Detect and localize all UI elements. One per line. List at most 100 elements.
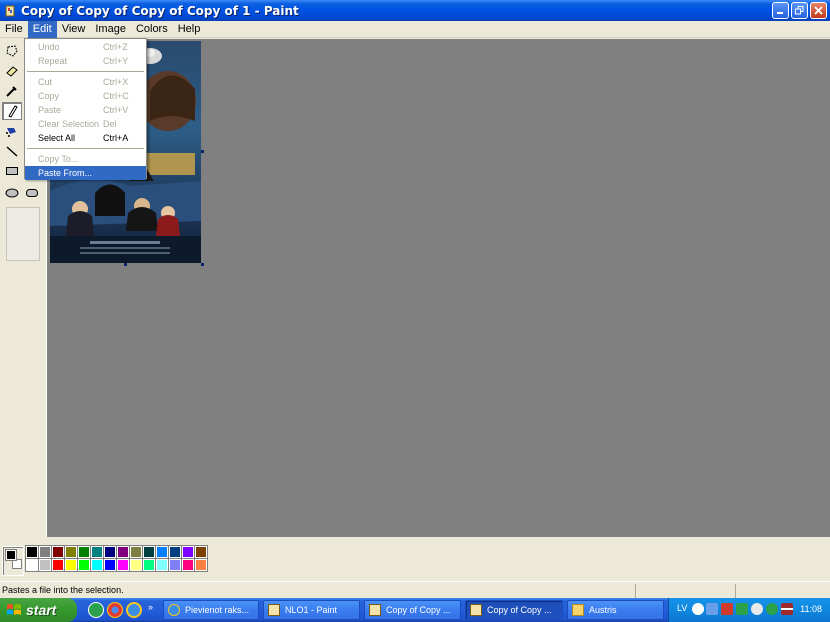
clock[interactable]: 11:08 bbox=[800, 604, 822, 614]
utorrent-tray-icon[interactable] bbox=[766, 603, 778, 615]
internet-explorer-quicklaunch-icon[interactable] bbox=[126, 602, 142, 618]
rectangle-tool[interactable] bbox=[2, 162, 22, 180]
free-form-select-tool[interactable] bbox=[2, 42, 22, 60]
resize-handle-bottom[interactable] bbox=[124, 263, 127, 266]
status-text: Pastes a file into the selection. bbox=[2, 585, 124, 595]
palette-color-swatch[interactable] bbox=[155, 545, 169, 559]
language-indicator[interactable]: LV bbox=[677, 603, 687, 613]
color-picker-icon bbox=[6, 86, 17, 97]
palette-color-swatch[interactable] bbox=[194, 545, 208, 559]
palette-color-swatch[interactable] bbox=[155, 558, 169, 572]
palette-color-swatch[interactable] bbox=[90, 545, 104, 559]
menu-help[interactable]: Help bbox=[173, 21, 206, 38]
status-panel-size bbox=[735, 584, 736, 598]
antivirus-icon[interactable] bbox=[736, 603, 748, 615]
title-bar[interactable]: Copy of Copy of Copy of Copy of 1 - Pain… bbox=[0, 0, 830, 21]
tool-options-box[interactable] bbox=[6, 207, 40, 261]
taskbar-button-label: Copy of Copy ... bbox=[487, 605, 552, 615]
line-tool[interactable] bbox=[2, 142, 22, 160]
menu-item-cut[interactable]: Cut Ctrl+X bbox=[25, 75, 146, 89]
palette-color-swatch[interactable] bbox=[90, 558, 104, 572]
close-button[interactable] bbox=[810, 2, 827, 19]
palette-swatches bbox=[25, 545, 208, 572]
taskbar-button-copy-of-copy-1[interactable]: Copy of Copy ... bbox=[364, 600, 461, 620]
taskbar-button-copy-of-copy-2[interactable]: Copy of Copy ... bbox=[465, 600, 563, 620]
chrome-quicklaunch-icon[interactable] bbox=[107, 602, 123, 618]
palette-color-swatch[interactable] bbox=[38, 545, 52, 559]
color-picker-tool[interactable] bbox=[2, 82, 22, 100]
palette-color-swatch[interactable] bbox=[194, 558, 208, 572]
ellipse-icon bbox=[5, 188, 19, 198]
palette-color-swatch[interactable] bbox=[129, 558, 143, 572]
internet-explorer-icon bbox=[168, 604, 180, 616]
taskbar-button-pievienot[interactable]: Pievienot raks... bbox=[163, 600, 259, 620]
pencil-tool[interactable] bbox=[2, 102, 22, 120]
current-colors-indicator[interactable] bbox=[2, 546, 24, 576]
line-icon bbox=[6, 146, 18, 157]
palette-color-swatch[interactable] bbox=[116, 558, 130, 572]
eraser-tool[interactable] bbox=[2, 62, 22, 80]
menu-view[interactable]: View bbox=[57, 21, 91, 38]
palette-color-swatch[interactable] bbox=[38, 558, 52, 572]
menu-item-copy-to[interactable]: Copy To... bbox=[25, 152, 146, 166]
taskbar-button-label: Copy of Copy ... bbox=[386, 605, 451, 615]
menu-item-undo[interactable]: Undo Ctrl+Z bbox=[25, 40, 146, 54]
menu-item-label: Undo bbox=[38, 42, 60, 52]
palette-color-swatch[interactable] bbox=[142, 558, 156, 572]
menu-file[interactable]: File bbox=[0, 21, 28, 38]
ellipse-tool[interactable] bbox=[2, 184, 22, 202]
palette-color-swatch[interactable] bbox=[64, 558, 78, 572]
palette-color-swatch[interactable] bbox=[25, 558, 39, 572]
menu-item-label: Copy bbox=[38, 91, 60, 101]
menu-image[interactable]: Image bbox=[90, 21, 131, 38]
messenger-icon[interactable] bbox=[751, 603, 763, 615]
taskbar-button-austris[interactable]: Austris bbox=[567, 600, 664, 620]
network-icon[interactable] bbox=[706, 603, 718, 615]
palette-color-swatch[interactable] bbox=[103, 545, 117, 559]
menu-separator bbox=[27, 148, 144, 149]
tray-expand-icon[interactable] bbox=[692, 603, 704, 615]
quicklaunch-chevron-icon[interactable]: » bbox=[148, 602, 153, 612]
airbrush-tool[interactable] bbox=[2, 122, 22, 140]
palette-color-swatch[interactable] bbox=[77, 558, 91, 572]
utorrent-quicklaunch-icon[interactable] bbox=[88, 602, 104, 618]
palette-color-swatch[interactable] bbox=[51, 558, 65, 572]
rounded-rectangle-icon bbox=[26, 189, 38, 197]
start-button[interactable]: start bbox=[0, 598, 77, 622]
resize-handle-right[interactable] bbox=[201, 150, 204, 153]
palette-color-swatch[interactable] bbox=[181, 545, 195, 559]
canvas-area[interactable] bbox=[46, 39, 830, 537]
palette-color-swatch[interactable] bbox=[64, 545, 78, 559]
palette-color-swatch[interactable] bbox=[116, 545, 130, 559]
rounded-rectangle-tool[interactable] bbox=[22, 184, 42, 202]
menu-item-paste-from[interactable]: Paste From... bbox=[25, 166, 146, 180]
palette-color-swatch[interactable] bbox=[129, 545, 143, 559]
palette-color-swatch[interactable] bbox=[168, 558, 182, 572]
menu-edit[interactable]: Edit bbox=[27, 20, 57, 38]
palette-color-swatch[interactable] bbox=[51, 545, 65, 559]
palette-color-swatch[interactable] bbox=[77, 545, 91, 559]
taskbar-button-label: NLO1 - Paint bbox=[285, 605, 338, 615]
menu-item-shortcut: Del bbox=[103, 119, 117, 129]
palette-color-swatch[interactable] bbox=[168, 545, 182, 559]
menu-item-clear-selection[interactable]: Clear Selection Del bbox=[25, 117, 146, 131]
menu-item-copy[interactable]: Copy Ctrl+C bbox=[25, 89, 146, 103]
latvia-flag-icon[interactable] bbox=[781, 603, 793, 615]
palette-color-swatch[interactable] bbox=[181, 558, 195, 572]
menu-item-select-all[interactable]: Select All Ctrl+A bbox=[25, 131, 146, 145]
taskbar-button-nlo1-paint[interactable]: NLO1 - Paint bbox=[263, 600, 360, 620]
restore-button[interactable] bbox=[791, 2, 808, 19]
menu-colors[interactable]: Colors bbox=[131, 21, 173, 38]
minimize-button[interactable] bbox=[772, 2, 789, 19]
palette-color-swatch[interactable] bbox=[142, 545, 156, 559]
menu-item-label: Select All bbox=[38, 133, 76, 143]
palette-color-swatch[interactable] bbox=[25, 545, 39, 559]
palette-color-swatch[interactable] bbox=[103, 558, 117, 572]
rectangle-icon bbox=[6, 167, 18, 175]
paint-icon bbox=[268, 604, 280, 616]
menu-item-paste[interactable]: Paste Ctrl+V bbox=[25, 103, 146, 117]
resize-handle-corner[interactable] bbox=[201, 263, 204, 266]
eraser-icon bbox=[6, 66, 18, 77]
menu-item-repeat[interactable]: Repeat Ctrl+Y bbox=[25, 54, 146, 68]
security-alert-icon[interactable] bbox=[721, 603, 733, 615]
